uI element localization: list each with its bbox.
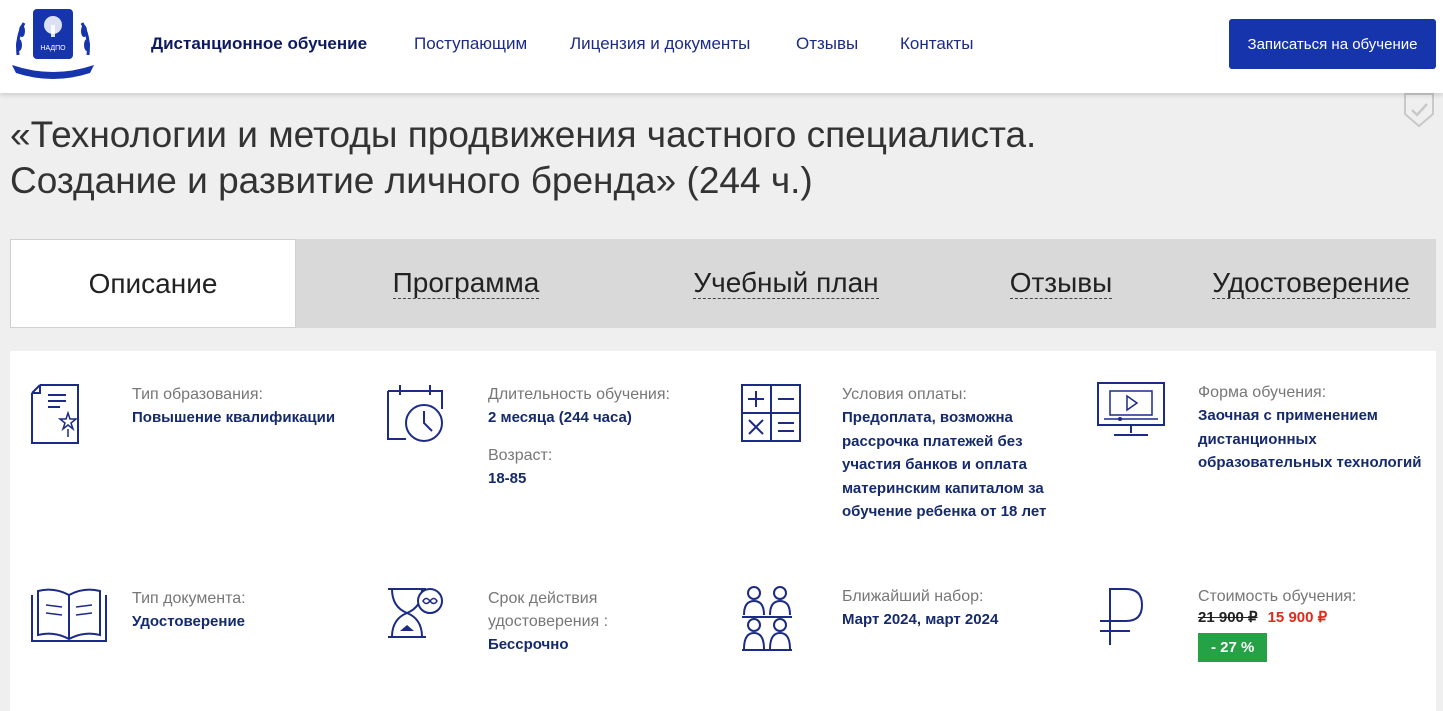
edu-type-value: Повышение квалификации [132,409,336,426]
ruble-icon [1100,588,1144,645]
intake-value: Март 2024, март 2024 [842,611,999,628]
calendar-clock-icon [387,385,443,442]
age-value: 18-85 [488,469,527,487]
tab-reviews[interactable]: Отзывы [936,239,1186,328]
price-new: 15 900 ₽ [1267,609,1328,626]
shield-check-icon[interactable] [1403,92,1435,130]
tab-certificate-label: Удостоверение [1212,267,1410,299]
validity-label: Срок действия удостоверения : [488,590,609,630]
price-old: 21 900 ₽ [1198,609,1258,626]
study-form-label: Форма обучения: [1198,384,1327,401]
monitor-video-icon [1097,382,1165,436]
logo-icon[interactable]: НАДПО [10,7,96,81]
hourglass-infinity-icon [388,588,443,638]
payment-label: Условия оплаты: [842,386,967,403]
tab-curriculum-label: Учебный план [693,267,879,299]
doc-type-value: Удостоверение [132,613,246,630]
calculator-icon [741,384,801,442]
tab-program[interactable]: Программа [296,239,636,328]
edu-type-label: Тип образования: [132,386,263,403]
duration-value: 2 месяца (244 часа) [488,409,632,426]
nav-applicants[interactable]: Поступающим [414,34,527,54]
tab-description-label: Описание [88,267,218,299]
logo-text: НАДПО [40,45,66,52]
duration-label: Длительность обучения: [488,386,670,403]
price-label: Стоимость обучения: [1198,588,1357,605]
validity-value: Бессрочно [488,636,569,653]
tab-program-label: Программа [392,267,540,299]
payment-value: Предоплата, возможна рассрочка платежей … [842,409,1047,520]
tab-reviews-label: Отзывы [1009,267,1113,299]
tab-certificate[interactable]: Удостоверение [1186,239,1436,328]
nav-distance-learning[interactable]: Дистанционное обучение [151,34,367,54]
page-title-line2: Создание и развитие личного бренда» (244… [10,160,813,201]
doc-type-label: Тип документа: [132,590,246,607]
page-title: «Технологии и методы продвижения частног… [10,112,1210,204]
discount-badge: - 27 % [1198,633,1268,662]
tab-description[interactable]: Описание [10,239,296,328]
page-title-line1: «Технологии и методы продвижения частног… [10,114,1037,155]
study-form-value: Заочная с применением дистанционных обра… [1198,407,1422,471]
nav-reviews[interactable]: Отзывы [796,34,858,54]
age-label: Возраст: [488,446,553,464]
site-header: НАДПО Дистанционное обучение Поступающим… [0,0,1443,93]
course-info-panel: Тип образования: Повышение квалификации … [10,351,1436,711]
nav-license-docs[interactable]: Лицензия и документы [570,34,750,54]
tab-curriculum[interactable]: Учебный план [636,239,936,328]
course-tabs: Описание Программа Учебный план Отзывы У… [10,239,1436,328]
open-book-icon [31,588,107,642]
certificate-doc-icon [31,384,79,444]
enroll-button[interactable]: Записаться на обучение [1229,19,1436,69]
nav-contacts[interactable]: Контакты [900,34,973,54]
intake-label: Ближайший набор: [842,588,984,605]
group-people-icon [742,586,792,651]
